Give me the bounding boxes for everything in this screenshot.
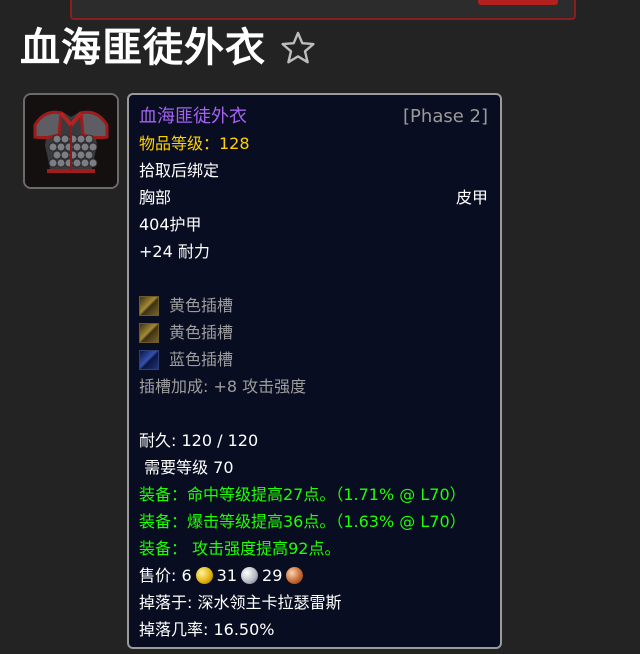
socket-bonus: 插槽加成: +8 攻击强度 [139, 377, 307, 396]
socket-row: 黄色插槽 [139, 319, 488, 346]
socket-row: 黄色插槽 [139, 292, 488, 319]
equip-effect: 装备：命中等级提高27点。（1.71% @ L70） [139, 485, 466, 504]
silver-amount: 31 [216, 566, 238, 585]
blue-socket-icon [139, 349, 159, 370]
phase-label: [Phase 2] [403, 106, 488, 127]
gold-amount: 6 [181, 566, 192, 585]
chest-armor-icon[interactable] [23, 93, 119, 189]
tooltip-header-row: 血海匪徒外衣 [Phase 2] [139, 103, 488, 130]
item-page: 血海匪徒外衣 血海匪徒外衣 [Phase 2] 物品等级：128 拾取后绑定 胸… [0, 0, 640, 654]
armor-value: 404护甲 [139, 215, 202, 234]
socket-label: 黄色插槽 [169, 296, 234, 315]
socket-label: 黄色插槽 [169, 323, 234, 342]
page-title: 血海匪徒外衣 [20, 25, 266, 71]
silver-coin-icon [241, 567, 259, 584]
socket-row: 蓝色插槽 [139, 346, 488, 373]
binding-text: 拾取后绑定 [139, 161, 220, 180]
slot-row: 胸部 皮甲 [139, 184, 488, 211]
copper-coin-icon [286, 567, 304, 584]
armor-type-label: 皮甲 [455, 188, 488, 207]
socket-label: 蓝色插槽 [169, 350, 234, 369]
sell-price-row: 售价: 6 31 29 [139, 562, 488, 589]
dialog-action-button[interactable] [478, 0, 558, 5]
yellow-socket-icon [139, 322, 159, 343]
dialog-partial [70, 0, 576, 20]
sell-price: 售价: 6 31 29 [139, 562, 307, 589]
dropped-by: 掉落于: 深水领主卡拉瑟雷斯 [139, 593, 342, 612]
item-tooltip: 血海匪徒外衣 [Phase 2] 物品等级：128 拾取后绑定 胸部 皮甲 40… [127, 93, 502, 649]
equip-effect: 装备： 攻击强度提高92点。 [139, 539, 341, 558]
stamina-stat: +24 耐力 [139, 242, 210, 261]
item-name: 血海匪徒外衣 [139, 106, 247, 127]
equip-effect: 装备：爆击等级提高36点。（1.63% @ L70） [139, 512, 466, 531]
page-header: 血海匪徒外衣 [20, 22, 316, 74]
yellow-socket-icon [139, 295, 159, 316]
star-outline-icon[interactable] [280, 30, 316, 66]
required-level-text: 需要等级 70 [139, 458, 234, 477]
sell-price-label: 售价: [139, 566, 182, 585]
required-level: 需要等级 70 [139, 454, 488, 481]
copper-amount: 29 [262, 566, 283, 585]
durability: 耐久: 120 / 120 [139, 431, 259, 450]
drop-rate: 掉落几率: 16.50% [139, 620, 275, 639]
slot-label: 胸部 [139, 188, 172, 207]
item-level: 物品等级：128 [139, 134, 250, 153]
gold-coin-icon [195, 567, 213, 584]
